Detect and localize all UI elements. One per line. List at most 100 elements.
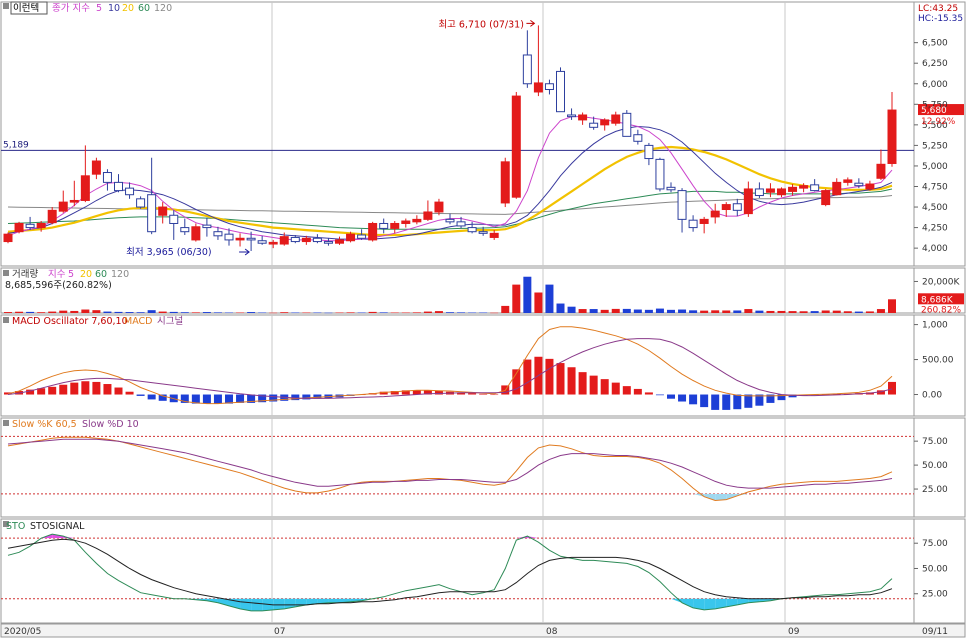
volume-bar	[600, 309, 609, 313]
macd-osc-bar	[479, 393, 488, 395]
candle-body	[158, 206, 168, 216]
volume-bar	[578, 309, 587, 313]
volume-bar	[4, 312, 12, 313]
volume-bar	[711, 310, 720, 313]
volume-bar	[269, 312, 278, 314]
volume-bar	[202, 312, 211, 313]
osc-y-tick: 75.00	[922, 539, 948, 549]
candle-body	[865, 183, 875, 190]
oversold-fill	[273, 598, 285, 610]
candle-body	[522, 54, 532, 85]
candle-body	[368, 222, 378, 241]
macd-y-tick: 0.00	[922, 391, 942, 401]
vol-ma-label: 지수	[48, 269, 66, 280]
macd-osc-bar	[556, 363, 565, 395]
volume-bar	[700, 310, 709, 313]
candle-body	[136, 198, 146, 208]
last-price: 5,680	[921, 106, 947, 116]
vol-ma-period: 5	[68, 269, 74, 280]
candle-body	[36, 222, 46, 229]
vol-ma-period: 60	[95, 269, 107, 280]
candle-body	[556, 70, 565, 113]
sto-legend-signal: STOSIGNAL	[30, 521, 85, 532]
candle-body	[335, 239, 344, 244]
macd-osc-bar	[545, 358, 554, 395]
x-axis-bar	[0, 623, 966, 638]
candle-body	[500, 161, 510, 204]
macd-osc-bar	[600, 379, 609, 395]
volume-bar	[92, 310, 101, 313]
volume-bar	[457, 312, 466, 313]
candle-body	[114, 181, 123, 192]
candle-body	[655, 158, 665, 190]
candle-body	[312, 237, 322, 243]
candle-body	[467, 227, 477, 233]
volume-bar	[423, 311, 432, 313]
oversold-fill	[704, 598, 716, 610]
volume-bar	[401, 312, 410, 314]
vol-ma-period: 120	[111, 269, 129, 280]
volume-bar	[468, 312, 477, 314]
oversold-fill	[251, 598, 263, 611]
macd-osc-bar	[689, 394, 698, 405]
candle-body	[224, 233, 234, 241]
candle-body	[666, 186, 676, 191]
macd-osc-bar	[567, 367, 576, 395]
volume-bar	[247, 312, 256, 313]
candle-body	[589, 122, 599, 128]
panel-handle	[3, 317, 9, 323]
candle-body	[235, 237, 245, 241]
macd-osc-bar	[48, 386, 57, 395]
volume-bar	[788, 311, 797, 313]
candle-body	[434, 201, 444, 213]
panel-vol	[0, 267, 966, 314]
volume-bar	[335, 312, 344, 314]
volume-bar	[26, 311, 35, 313]
macd-osc-bar	[490, 394, 499, 396]
candle-body	[445, 218, 455, 223]
candle-body	[213, 231, 223, 237]
volume-bar	[490, 312, 499, 314]
macd-osc-bar	[125, 391, 134, 395]
volume-bar	[865, 311, 874, 313]
price-y-tick: 6,250	[922, 59, 948, 69]
candle-body	[69, 199, 79, 203]
volume-bar	[678, 309, 687, 313]
high-annotation: 최고 6,710 (07/31)	[438, 19, 524, 30]
volume-bar	[523, 276, 532, 313]
volume-bar	[225, 312, 233, 314]
volume-bar	[512, 284, 521, 313]
volume-bar	[412, 312, 421, 313]
candle-body	[489, 232, 499, 238]
last-change: 12.92%	[921, 117, 956, 127]
candle-body	[511, 95, 521, 198]
volume-bar	[136, 312, 145, 313]
volume-bar	[313, 312, 322, 314]
candle-body	[810, 184, 820, 192]
candle-body	[821, 190, 831, 206]
volume-bar	[843, 311, 852, 313]
macd-osc-bar	[633, 388, 642, 395]
macd-osc-bar	[622, 386, 631, 395]
volume-bar	[48, 311, 57, 313]
candle-body	[533, 82, 543, 93]
candle-body	[677, 190, 687, 220]
candle-body	[379, 222, 389, 229]
volume-bar	[59, 310, 68, 313]
vol-subtitle: 8,685,596주(260.82%)	[5, 280, 112, 291]
ma-legend-period: 20	[122, 3, 134, 14]
vol-legend-name: 거래량	[12, 268, 38, 280]
candle-body	[102, 172, 112, 183]
candle-body	[765, 188, 775, 193]
candle-body	[346, 233, 356, 242]
volume-bar	[103, 311, 112, 313]
volume-bar	[70, 310, 79, 313]
volume-bar	[191, 312, 200, 313]
low-annotation: 최저 3,965 (06/30)	[126, 247, 212, 258]
volume-bar	[446, 312, 454, 313]
panel-handle	[3, 420, 9, 426]
volume-bar	[821, 310, 830, 313]
lc-label: LC:43.25	[918, 4, 958, 14]
volume-bar	[633, 309, 642, 313]
volume-bar	[291, 312, 300, 314]
